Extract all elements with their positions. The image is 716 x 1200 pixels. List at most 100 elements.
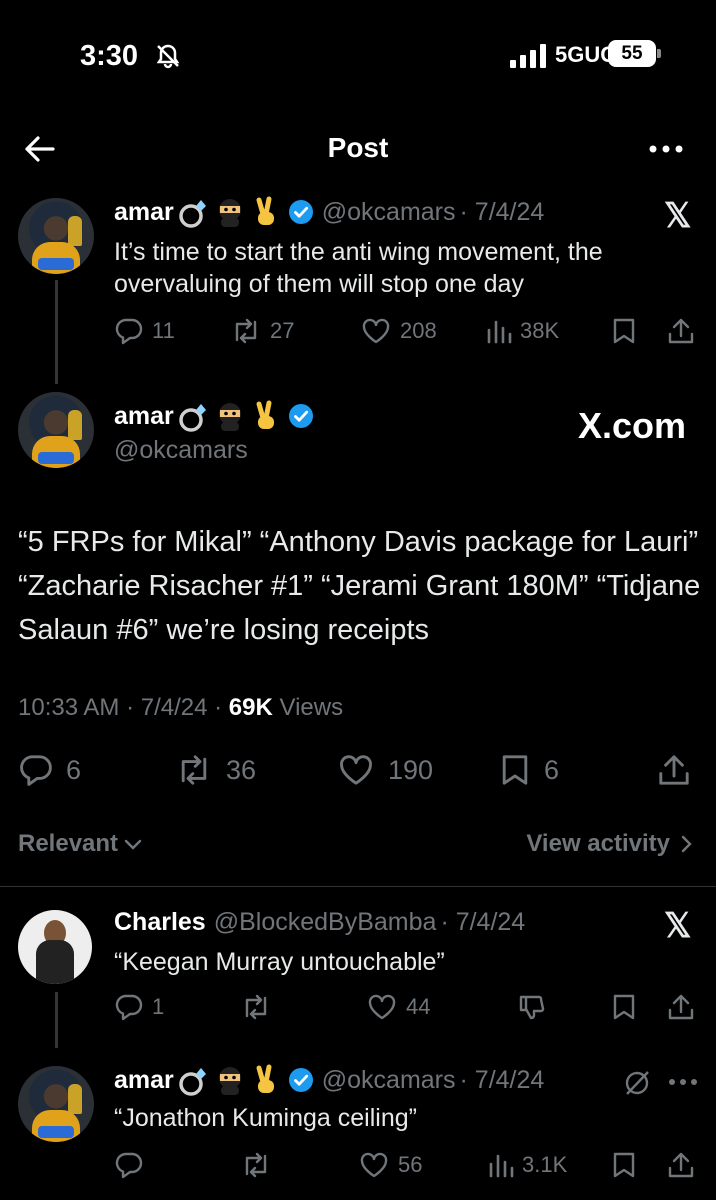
verified-icon	[288, 1067, 314, 1093]
reply-button[interactable]	[114, 1150, 152, 1180]
x-logo-icon: 𝕏	[664, 197, 692, 235]
battery-tip	[657, 49, 661, 58]
repost-count: 36	[226, 754, 257, 785]
bookmark-icon[interactable]	[610, 316, 638, 346]
share-icon[interactable]	[666, 1150, 696, 1180]
views-button[interactable]: 3.1K	[488, 1150, 567, 1180]
views-icon	[488, 1150, 514, 1180]
chevron-right-icon	[680, 834, 692, 854]
repost-button[interactable]: 36	[174, 752, 256, 788]
divider	[0, 886, 716, 887]
reply-count: 6	[66, 754, 82, 785]
repost-button[interactable]	[240, 992, 280, 1022]
repost-button[interactable]	[240, 1150, 280, 1180]
author-handle[interactable]: @okcamars	[322, 198, 456, 227]
network-label: 5GUC	[555, 42, 617, 67]
sort-dropdown[interactable]: Relevant	[18, 830, 142, 858]
main-post-text: “5 FRPs for Mikal” “Anthony Davis packag…	[18, 526, 701, 646]
repost-icon	[230, 316, 262, 346]
share-icon[interactable]	[656, 752, 692, 788]
post-text: It’s time to start the anti wing movemen…	[114, 238, 603, 298]
like-count: 208	[400, 318, 437, 343]
reply-button[interactable]: 6	[18, 752, 81, 788]
views-count: 3.1K	[522, 1152, 568, 1177]
author-name[interactable]: amar	[114, 402, 174, 431]
repost-button[interactable]: 27	[230, 316, 294, 346]
bookmark-icon[interactable]	[610, 992, 638, 1022]
verified-icon	[288, 403, 314, 429]
dislike-icon[interactable]	[516, 992, 548, 1022]
ring-emoji-icon	[178, 1064, 210, 1096]
like-icon	[366, 992, 398, 1022]
repost-icon	[240, 1150, 272, 1180]
author-handle[interactable]: @BlockedByBamba	[214, 908, 437, 937]
author-name[interactable]: amar	[114, 198, 174, 227]
like-button[interactable]: 44	[366, 992, 430, 1022]
bookmark-icon	[498, 752, 532, 788]
verified-icon	[288, 199, 314, 225]
reply-icon	[18, 752, 54, 788]
reply-icon	[114, 992, 144, 1022]
like-count: 44	[406, 994, 431, 1019]
avatar[interactable]	[18, 910, 92, 984]
like-count: 190	[388, 754, 434, 785]
status-time: 3:30	[80, 40, 139, 72]
post-timestamp: 10:33 AM · 7/4/24 ·	[18, 694, 223, 721]
x-logo-icon: 𝕏	[664, 907, 692, 945]
bookmark-icon[interactable]	[610, 1150, 638, 1180]
reply-count: 11	[152, 318, 175, 343]
post-date: · 7/4/24	[440, 908, 526, 936]
post-date: · 7/4/24	[459, 1065, 545, 1094]
views-count: 38K	[520, 318, 560, 343]
author-name[interactable]: Charles	[114, 908, 206, 937]
like-icon	[336, 752, 376, 788]
like-button[interactable]: 190	[336, 752, 433, 788]
reply-icon	[114, 1150, 144, 1180]
post-header: amar @okcamars · 7/4/24	[114, 196, 544, 228]
page-title: Post	[327, 132, 389, 163]
reply-count: 1	[152, 994, 165, 1019]
views-count[interactable]: 69K	[229, 694, 273, 721]
like-button[interactable]: 208	[360, 316, 437, 346]
like-button[interactable]: 56	[358, 1150, 422, 1180]
view-activity-label: View activity	[526, 830, 670, 857]
author-name[interactable]: amar	[114, 1066, 174, 1095]
reply-text: “Keegan Murray untouchable”	[114, 948, 445, 976]
post-date: · 7/4/24	[459, 197, 545, 226]
share-icon[interactable]	[666, 992, 696, 1022]
like-icon	[358, 1150, 390, 1180]
bookmark-button[interactable]: 6	[498, 752, 559, 788]
author-handle[interactable]: @okcamars	[322, 1066, 456, 1095]
battery-level: 55	[608, 40, 656, 67]
grok-icon[interactable]	[622, 1068, 652, 1098]
post-meta: 10:33 AM · 7/4/24 · 69K Views	[18, 694, 343, 722]
repost-icon	[240, 992, 272, 1022]
reply-icon	[114, 316, 144, 346]
more-icon[interactable]	[668, 1078, 698, 1086]
bell-muted-icon	[154, 42, 182, 70]
chevron-down-icon	[124, 838, 142, 850]
reply-button[interactable]: 1	[114, 992, 164, 1022]
avatar[interactable]	[18, 1066, 94, 1142]
share-icon[interactable]	[666, 316, 696, 346]
avatar[interactable]	[18, 198, 94, 274]
views-button[interactable]: 38K	[486, 316, 559, 346]
view-activity-link[interactable]: View activity	[526, 830, 692, 858]
bookmark-count: 6	[544, 754, 560, 785]
thread-line	[55, 992, 58, 1048]
reply-button[interactable]: 11	[114, 316, 175, 346]
ninja-emoji-icon	[214, 400, 246, 432]
ninja-emoji-icon	[214, 196, 246, 228]
avatar[interactable]	[18, 392, 94, 468]
reply-text: “Jonathon Kuminga ceiling”	[114, 1104, 417, 1132]
more-icon[interactable]	[648, 144, 684, 154]
ring-emoji-icon	[178, 196, 210, 228]
ninja-emoji-icon	[214, 1064, 246, 1096]
like-count: 56	[398, 1152, 423, 1177]
views-icon	[486, 316, 512, 346]
repost-icon	[174, 752, 214, 788]
reply-header: Charles @BlockedByBamba · 7/4/24	[114, 908, 525, 937]
author-handle[interactable]: @okcamars	[114, 436, 248, 465]
thread-line	[55, 280, 58, 384]
sort-label: Relevant	[18, 830, 119, 857]
